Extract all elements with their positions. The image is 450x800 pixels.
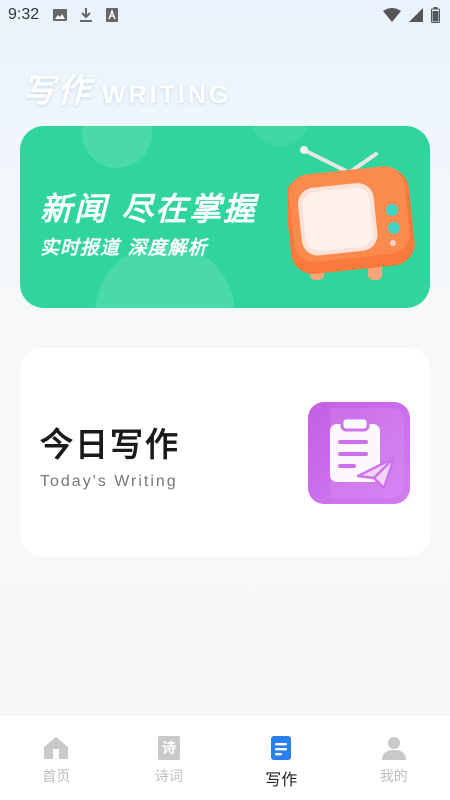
today-writing-card[interactable]: 今日写作 Today's Writing (20, 348, 430, 557)
page-title: 写作 (22, 71, 92, 110)
status-time: 9:32 (8, 6, 40, 23)
banner-title: 新闻 尽在掌握 (40, 190, 258, 228)
page-title-en: WRITING (102, 81, 232, 109)
nav-label-writing: 写作 (265, 770, 298, 789)
wifi-icon (383, 8, 401, 27)
download-icon (79, 8, 93, 22)
nav-item-mine[interactable]: 我的 (338, 734, 450, 786)
status-bar: 9:32 (0, 0, 450, 30)
signal-icon (409, 8, 423, 27)
nav-label-poem: 诗词 (154, 769, 183, 785)
poem-icon: 诗 (155, 734, 183, 762)
clipboard-send-icon (308, 402, 410, 504)
tv-icon (285, 144, 418, 288)
home-icon (42, 734, 70, 762)
banner-bubble (250, 126, 310, 146)
user-icon (380, 734, 408, 762)
banner-subtitle: 实时报道 深度解析 (40, 237, 208, 259)
banner-bubble (82, 126, 152, 168)
card-subtitle: Today's Writing (40, 473, 178, 490)
news-banner[interactable]: 新闻 尽在掌握 实时报道 深度解析 (20, 126, 430, 308)
nav-label-home: 首页 (42, 769, 71, 785)
nav-item-writing[interactable]: 写作 (225, 734, 337, 790)
svg-text:诗: 诗 (162, 740, 176, 757)
page-header: 写作 WRITING (22, 64, 231, 112)
card-title: 今日写作 (40, 425, 180, 464)
nav-item-poem[interactable]: 诗 诗词 (113, 734, 225, 786)
nav-item-home[interactable]: 首页 (0, 734, 112, 786)
font-a-icon (105, 8, 119, 22)
nav-label-mine: 我的 (379, 769, 408, 785)
battery-icon (431, 7, 440, 28)
image-icon (53, 8, 68, 22)
document-icon (267, 734, 295, 762)
bottom-nav: 首页 诗 诗词 写作 我的 (0, 716, 450, 800)
